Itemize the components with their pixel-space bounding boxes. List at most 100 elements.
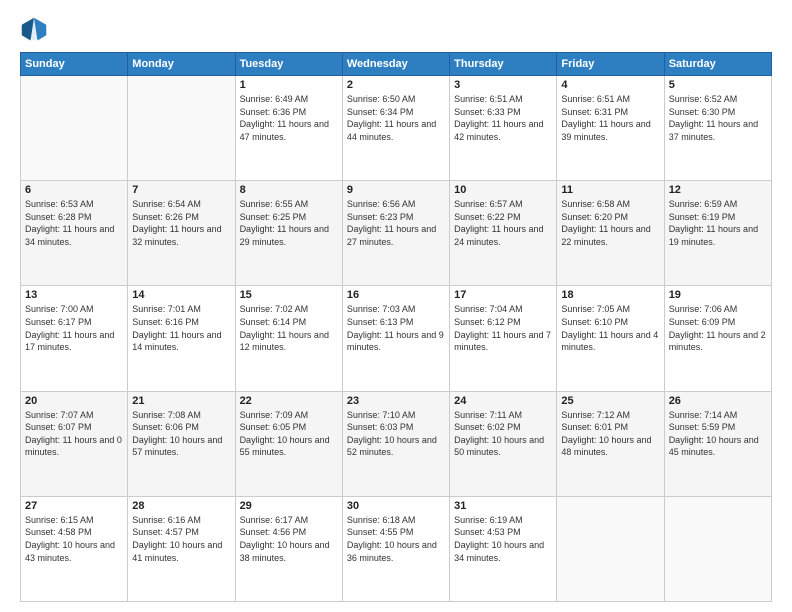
- day-number: 25: [561, 395, 659, 407]
- calendar-cell: 27 Sunrise: 6:15 AMSunset: 4:58 PMDayligh…: [21, 496, 128, 601]
- day-info: Sunrise: 6:56 AMSunset: 6:23 PMDaylight:…: [347, 198, 445, 248]
- logo-icon: [20, 16, 48, 44]
- day-info: Sunrise: 6:54 AMSunset: 6:26 PMDaylight:…: [132, 198, 230, 248]
- weekday-header-saturday: Saturday: [664, 53, 771, 76]
- day-info: Sunrise: 7:14 AMSunset: 5:59 PMDaylight:…: [669, 409, 767, 459]
- day-number: 7: [132, 184, 230, 196]
- day-number: 28: [132, 500, 230, 512]
- day-info: Sunrise: 7:02 AMSunset: 6:14 PMDaylight:…: [240, 303, 338, 353]
- calendar-cell: 26 Sunrise: 7:14 AMSunset: 5:59 PMDayligh…: [664, 391, 771, 496]
- day-number: 21: [132, 395, 230, 407]
- day-info: Sunrise: 6:16 AMSunset: 4:57 PMDaylight:…: [132, 514, 230, 564]
- week-row-4: 20 Sunrise: 7:07 AMSunset: 6:07 PMDayligh…: [21, 391, 772, 496]
- calendar-cell: 2 Sunrise: 6:50 AMSunset: 6:34 PMDaylight…: [342, 76, 449, 181]
- week-row-3: 13 Sunrise: 7:00 AMSunset: 6:17 PMDayligh…: [21, 286, 772, 391]
- calendar-cell: 8 Sunrise: 6:55 AMSunset: 6:25 PMDaylight…: [235, 181, 342, 286]
- weekday-header-thursday: Thursday: [450, 53, 557, 76]
- calendar-cell: 22 Sunrise: 7:09 AMSunset: 6:05 PMDayligh…: [235, 391, 342, 496]
- logo: [20, 16, 52, 44]
- day-info: Sunrise: 6:52 AMSunset: 6:30 PMDaylight:…: [669, 93, 767, 143]
- day-number: 18: [561, 289, 659, 301]
- day-info: Sunrise: 7:00 AMSunset: 6:17 PMDaylight:…: [25, 303, 123, 353]
- calendar-cell: 3 Sunrise: 6:51 AMSunset: 6:33 PMDaylight…: [450, 76, 557, 181]
- day-info: Sunrise: 6:49 AMSunset: 6:36 PMDaylight:…: [240, 93, 338, 143]
- day-info: Sunrise: 6:58 AMSunset: 6:20 PMDaylight:…: [561, 198, 659, 248]
- day-info: Sunrise: 6:17 AMSunset: 4:56 PMDaylight:…: [240, 514, 338, 564]
- day-info: Sunrise: 7:05 AMSunset: 6:10 PMDaylight:…: [561, 303, 659, 353]
- day-number: 5: [669, 79, 767, 91]
- calendar-cell: 31Sunrise: 6:19 AMSunset: 4:53 PMDayligh…: [450, 496, 557, 601]
- calendar-cell: 18 Sunrise: 7:05 AMSunset: 6:10 PMDayligh…: [557, 286, 664, 391]
- day-number: 14: [132, 289, 230, 301]
- page: SundayMondayTuesdayWednesdayThursdayFrid…: [0, 0, 792, 612]
- day-info: Sunrise: 6:55 AMSunset: 6:25 PMDaylight:…: [240, 198, 338, 248]
- calendar-cell: 1 Sunrise: 6:49 AMSunset: 6:36 PMDaylight…: [235, 76, 342, 181]
- calendar-cell: 24Sunrise: 7:11 AMSunset: 6:02 PMDayligh…: [450, 391, 557, 496]
- day-info: Sunrise: 7:01 AMSunset: 6:16 PMDaylight:…: [132, 303, 230, 353]
- day-number: 16: [347, 289, 445, 301]
- header: [20, 16, 772, 44]
- weekday-header-friday: Friday: [557, 53, 664, 76]
- day-number: 2: [347, 79, 445, 91]
- day-info: Sunrise: 6:15 AMSunset: 4:58 PMDaylight:…: [25, 514, 123, 564]
- day-number: 11: [561, 184, 659, 196]
- day-number: 23: [347, 395, 445, 407]
- calendar-cell: 20 Sunrise: 7:07 AMSunset: 6:07 PMDayligh…: [21, 391, 128, 496]
- day-number: 6: [25, 184, 123, 196]
- calendar-cell: 11 Sunrise: 6:58 AMSunset: 6:20 PMDayligh…: [557, 181, 664, 286]
- calendar-cell: 5 Sunrise: 6:52 AMSunset: 6:30 PMDaylight…: [664, 76, 771, 181]
- day-number: 27: [25, 500, 123, 512]
- calendar-cell: 29 Sunrise: 6:17 AMSunset: 4:56 PMDayligh…: [235, 496, 342, 601]
- day-info: Sunrise: 7:09 AMSunset: 6:05 PMDaylight:…: [240, 409, 338, 459]
- calendar-cell: 19 Sunrise: 7:06 AMSunset: 6:09 PMDayligh…: [664, 286, 771, 391]
- day-info: Sunrise: 7:12 AMSunset: 6:01 PMDaylight:…: [561, 409, 659, 459]
- calendar-cell: [128, 76, 235, 181]
- calendar-cell: 21 Sunrise: 7:08 AMSunset: 6:06 PMDayligh…: [128, 391, 235, 496]
- calendar-cell: 14 Sunrise: 7:01 AMSunset: 6:16 PMDayligh…: [128, 286, 235, 391]
- day-number: 29: [240, 500, 338, 512]
- day-number: 15: [240, 289, 338, 301]
- day-number: 13: [25, 289, 123, 301]
- calendar-cell: 16Sunrise: 7:03 AMSunset: 6:13 PMDayligh…: [342, 286, 449, 391]
- calendar-cell: 9Sunrise: 6:56 AMSunset: 6:23 PMDaylight…: [342, 181, 449, 286]
- day-number: 8: [240, 184, 338, 196]
- day-number: 22: [240, 395, 338, 407]
- day-info: Sunrise: 6:51 AMSunset: 6:31 PMDaylight:…: [561, 93, 659, 143]
- calendar-cell: 6Sunrise: 6:53 AMSunset: 6:28 PMDaylight…: [21, 181, 128, 286]
- day-info: Sunrise: 6:57 AMSunset: 6:22 PMDaylight:…: [454, 198, 552, 248]
- day-number: 26: [669, 395, 767, 407]
- calendar-cell: 17Sunrise: 7:04 AMSunset: 6:12 PMDayligh…: [450, 286, 557, 391]
- day-number: 10: [454, 184, 552, 196]
- day-info: Sunrise: 7:10 AMSunset: 6:03 PMDaylight:…: [347, 409, 445, 459]
- calendar-table: SundayMondayTuesdayWednesdayThursdayFrid…: [20, 52, 772, 602]
- day-info: Sunrise: 7:11 AMSunset: 6:02 PMDaylight:…: [454, 409, 552, 459]
- day-number: 30: [347, 500, 445, 512]
- day-number: 19: [669, 289, 767, 301]
- calendar-cell: 30Sunrise: 6:18 AMSunset: 4:55 PMDayligh…: [342, 496, 449, 601]
- calendar-cell: [21, 76, 128, 181]
- calendar-cell: 23 Sunrise: 7:10 AMSunset: 6:03 PMDayligh…: [342, 391, 449, 496]
- calendar-cell: 28 Sunrise: 6:16 AMSunset: 4:57 PMDayligh…: [128, 496, 235, 601]
- day-number: 3: [454, 79, 552, 91]
- calendar-cell: [557, 496, 664, 601]
- day-number: 12: [669, 184, 767, 196]
- day-info: Sunrise: 6:19 AMSunset: 4:53 PMDaylight:…: [454, 514, 552, 564]
- day-number: 1: [240, 79, 338, 91]
- day-number: 20: [25, 395, 123, 407]
- calendar-cell: 15 Sunrise: 7:02 AMSunset: 6:14 PMDayligh…: [235, 286, 342, 391]
- week-row-1: 1 Sunrise: 6:49 AMSunset: 6:36 PMDaylight…: [21, 76, 772, 181]
- day-info: Sunrise: 7:06 AMSunset: 6:09 PMDaylight:…: [669, 303, 767, 353]
- day-info: Sunrise: 7:08 AMSunset: 6:06 PMDaylight:…: [132, 409, 230, 459]
- calendar-cell: 12Sunrise: 6:59 AMSunset: 6:19 PMDayligh…: [664, 181, 771, 286]
- weekday-header-tuesday: Tuesday: [235, 53, 342, 76]
- weekday-header-monday: Monday: [128, 53, 235, 76]
- day-info: Sunrise: 6:51 AMSunset: 6:33 PMDaylight:…: [454, 93, 552, 143]
- calendar-cell: 10 Sunrise: 6:57 AMSunset: 6:22 PMDayligh…: [450, 181, 557, 286]
- day-info: Sunrise: 7:07 AMSunset: 6:07 PMDaylight:…: [25, 409, 123, 459]
- calendar-cell: 4 Sunrise: 6:51 AMSunset: 6:31 PMDaylight…: [557, 76, 664, 181]
- day-info: Sunrise: 6:50 AMSunset: 6:34 PMDaylight:…: [347, 93, 445, 143]
- weekday-header-wednesday: Wednesday: [342, 53, 449, 76]
- day-number: 4: [561, 79, 659, 91]
- week-row-2: 6Sunrise: 6:53 AMSunset: 6:28 PMDaylight…: [21, 181, 772, 286]
- calendar-cell: 7 Sunrise: 6:54 AMSunset: 6:26 PMDaylight…: [128, 181, 235, 286]
